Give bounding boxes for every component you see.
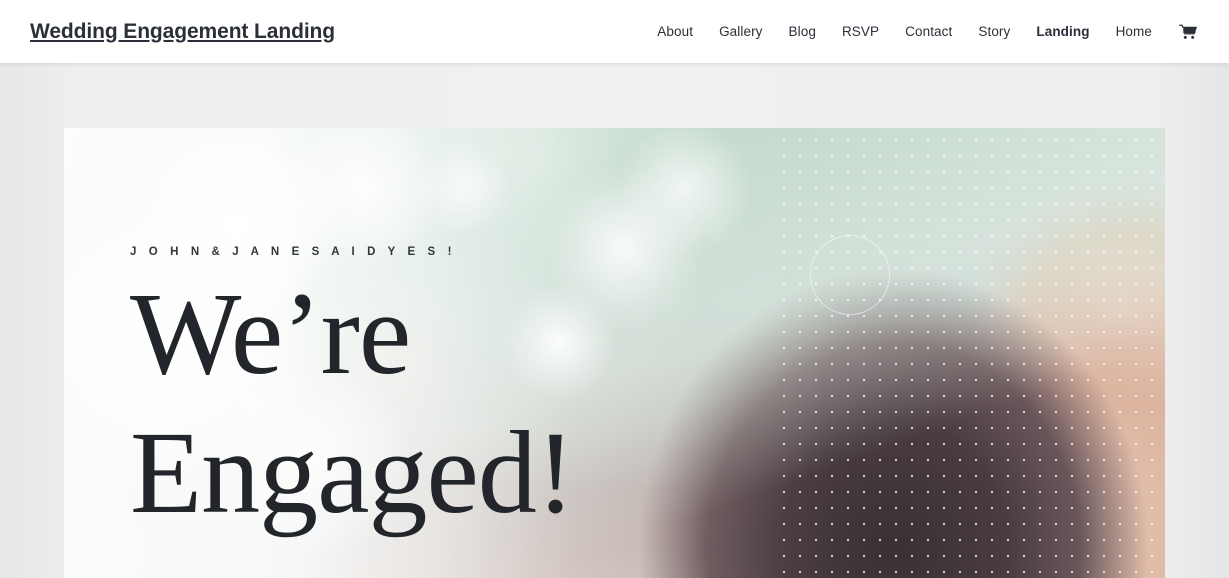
nav-item-gallery[interactable]: Gallery [706, 24, 775, 39]
site-title[interactable]: Wedding Engagement Landing [30, 20, 335, 44]
hero-eyebrow: J O H N & J A N E S A I D Y E S ! [130, 246, 457, 258]
nav-item-story[interactable]: Story [965, 24, 1023, 39]
hero-copy: J O H N & J A N E S A I D Y E S ! We’re … [130, 246, 575, 542]
hero-title-line-2: Engaged! [130, 407, 575, 539]
hero-section: J O H N & J A N E S A I D Y E S ! We’re … [64, 128, 1165, 578]
shopping-cart-icon[interactable] [1165, 24, 1199, 40]
nav-item-contact[interactable]: Contact [892, 24, 965, 39]
nav-item-about[interactable]: About [644, 24, 706, 39]
circle-outline-accent [810, 235, 890, 315]
nav-item-rsvp[interactable]: RSVP [829, 24, 892, 39]
nav-item-landing[interactable]: Landing [1023, 24, 1102, 39]
hero-title: We’re Engaged! [130, 264, 575, 542]
site-header: Wedding Engagement Landing About Gallery… [0, 0, 1229, 63]
hero-title-line-1: We’re [130, 268, 411, 399]
dotted-grid-overlay [772, 128, 1165, 578]
nav-item-home[interactable]: Home [1103, 24, 1165, 39]
main-navigation: About Gallery Blog RSVP Contact Story La… [644, 24, 1199, 40]
nav-item-blog[interactable]: Blog [776, 24, 829, 39]
